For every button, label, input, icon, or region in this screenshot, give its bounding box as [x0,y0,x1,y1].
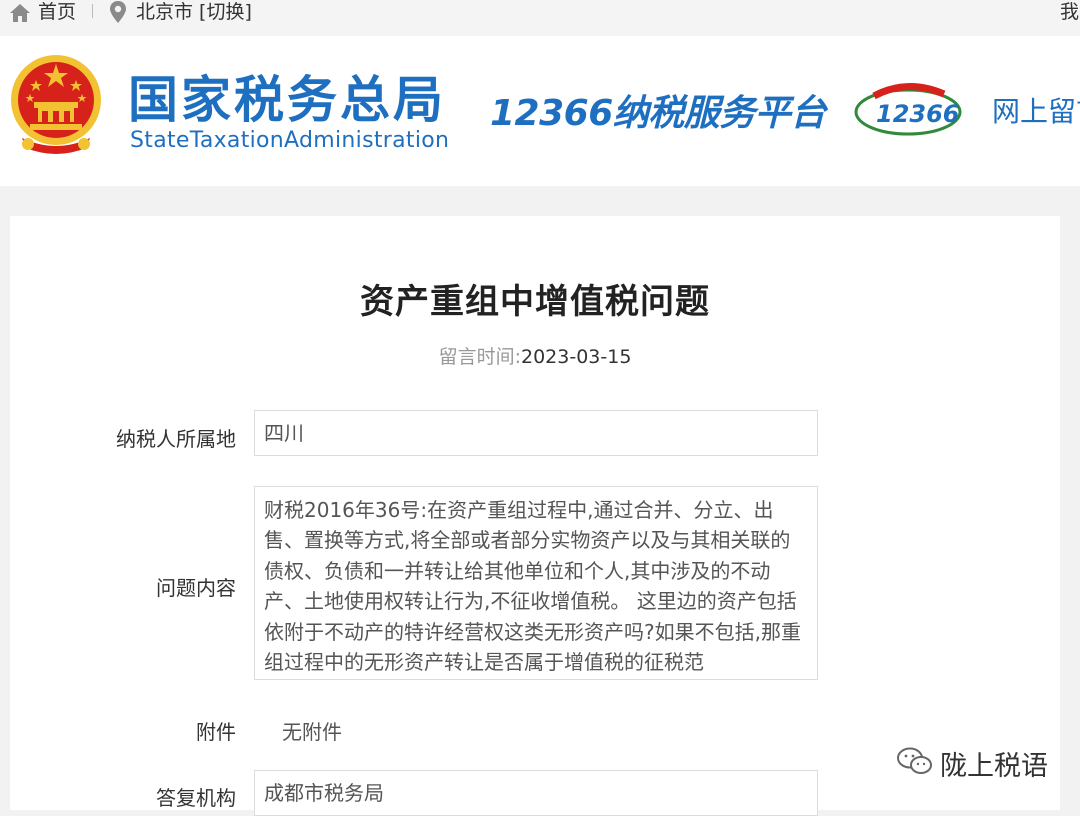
reply-org-field: 成都市税务局 [254,770,818,816]
brand-subtitle: StateTaxationAdministration [130,128,450,153]
top-bar: 首页 北京市 [切换] 我 [0,0,1080,36]
wechat-icon [897,747,932,774]
reply-org-label: 答复机构 [156,786,236,810]
svg-text:12366: 12366 [876,100,960,128]
national-emblem-icon [11,55,101,154]
home-link[interactable]: 首页 [38,0,76,24]
time-value: 2023-03-15 [520,346,632,368]
attachment-label: 附件 [196,720,236,744]
message-time: 留言时间:2023-03-15 [10,342,1060,369]
time-label: 留言时间: [438,346,521,368]
location-field: 四川 [254,410,818,456]
attachment-value: 无附件 [282,720,342,744]
brand-title: 国家税务总局 [128,71,446,129]
12366-logo-icon: 12366 [854,82,962,136]
watermark-text: 陇上税语 [940,751,1048,782]
question-label: 问题内容 [156,576,236,600]
platform-title: 12366纳税服务平台 [490,93,826,134]
divider [92,4,93,18]
location-pin-icon [110,1,126,23]
city-switch-link[interactable]: 北京市 [切换] [136,0,252,24]
location-label: 纳税人所属地 [116,427,236,451]
message-detail-card: 资产重组中增值税问题 留言时间:2023-03-15 纳税人所属地 四川 问题内… [10,216,1060,816]
online-message-link[interactable]: 网上留言 [992,94,1080,130]
site-header: 国家税务总局 StateTaxationAdministration 12366… [0,36,1080,186]
question-textarea[interactable]: 财税2016年36号:在资产重组过程中,通过合并、分立、出售、置换等方式,将全部… [254,486,818,680]
home-icon[interactable] [8,2,32,24]
my-account-link[interactable]: 我 [1060,0,1079,24]
page-title: 资产重组中增值税问题 [360,282,710,322]
